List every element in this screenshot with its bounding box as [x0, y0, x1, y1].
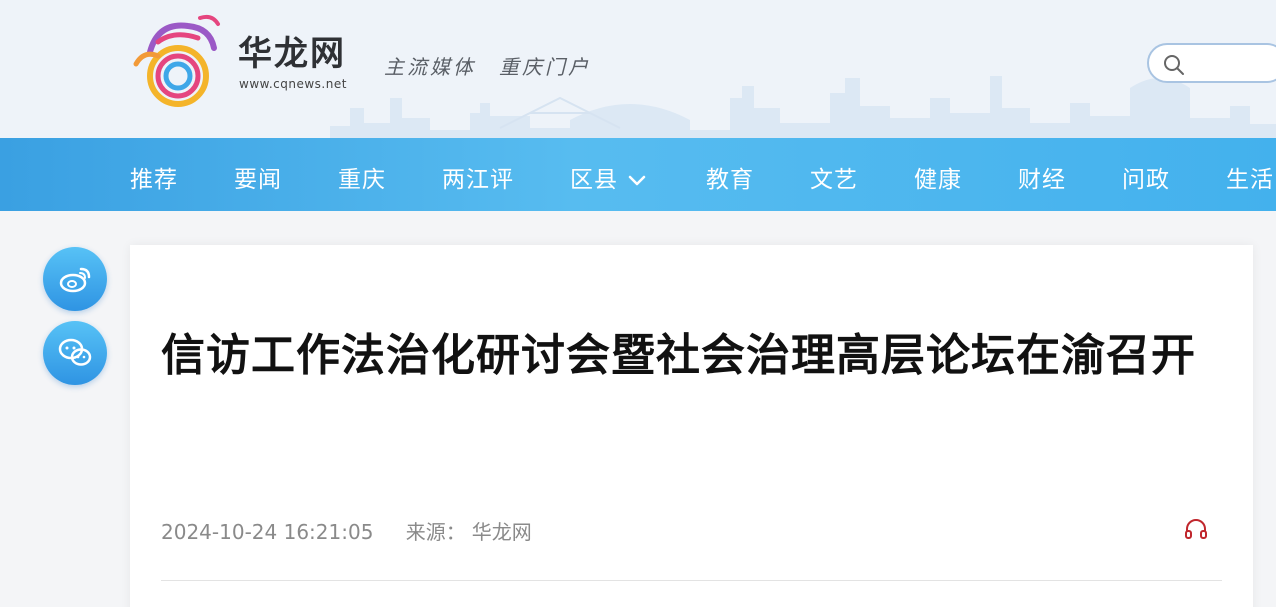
weibo-icon [59, 267, 91, 293]
nav-item-districts[interactable]: 区县 [570, 160, 646, 194]
nav-item-education[interactable]: 教育 [706, 160, 754, 194]
nav-item-chongqing[interactable]: 重庆 [338, 160, 386, 194]
nav-item-health[interactable]: 健康 [914, 160, 962, 194]
article-title: 信访工作法治化研讨会暨社会治理高层论坛在渝召开 [161, 330, 1196, 381]
article-source: 华龙网 [471, 520, 532, 544]
article-source-label: 来源： [405, 520, 466, 544]
wechat-icon [58, 338, 92, 366]
search-icon[interactable] [1163, 54, 1185, 76]
chevron-down-icon [628, 175, 646, 186]
search-box[interactable] [1147, 43, 1276, 83]
nav-item-culture[interactable]: 文艺 [810, 160, 858, 194]
meta-divider [161, 580, 1222, 581]
nav-item-life[interactable]: 生活 [1226, 160, 1274, 194]
nav-item-inquiry[interactable]: 问政 [1122, 160, 1170, 194]
nav-item-recommend[interactable]: 推荐 [130, 160, 178, 194]
site-slogan: 主流媒体 重庆门户 [384, 55, 591, 79]
brand-url: www.cqnews.net [239, 77, 347, 91]
site-logo[interactable] [128, 12, 224, 108]
nav-item-districts-label: 区县 [570, 167, 618, 193]
brand-name[interactable]: 华龙网 [238, 36, 346, 72]
share-wechat-button[interactable] [43, 321, 107, 385]
share-weibo-button[interactable] [43, 247, 107, 311]
site-header: 华龙网 www.cqnews.net 主流媒体 重庆门户 [0, 0, 1276, 138]
nav-item-finance[interactable]: 财经 [1018, 160, 1066, 194]
article-meta: 2024-10-24 16:21:05 来源： 华龙网 [161, 516, 558, 545]
nav-item-liangjiang-review[interactable]: 两江评 [442, 160, 514, 194]
main-nav: 推荐 要闻 重庆 两江评 区县 教育 文艺 健康 财经 问政 生活 [0, 138, 1276, 211]
article-datetime: 2024-10-24 16:21:05 [161, 520, 374, 544]
article-card: 信访工作法治化研讨会暨社会治理高层论坛在渝召开 2024-10-24 16:21… [130, 245, 1253, 607]
headphones-icon[interactable] [1184, 517, 1208, 541]
nav-item-headlines[interactable]: 要闻 [234, 160, 282, 194]
